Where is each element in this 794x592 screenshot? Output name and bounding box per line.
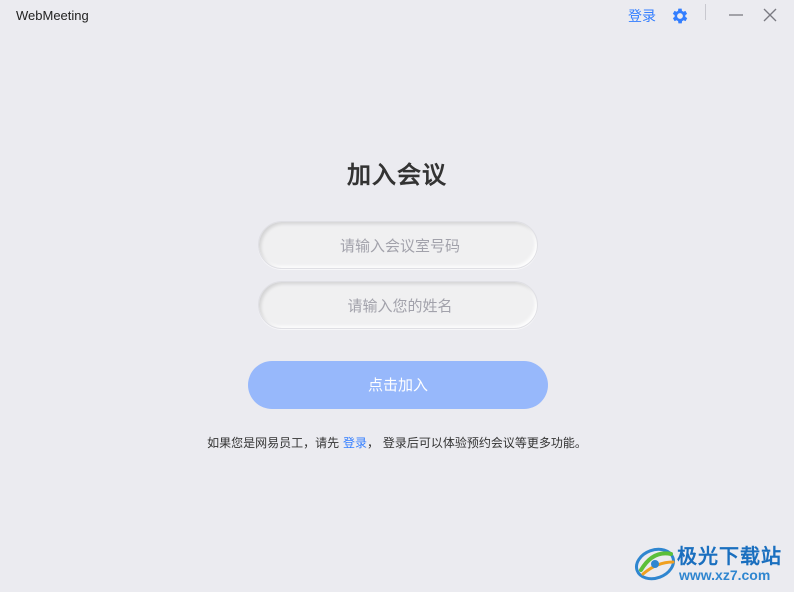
name-field[interactable] [258,281,541,330]
join-button[interactable]: 点击加入 [248,361,548,409]
meeting-id-input[interactable] [259,222,541,270]
minimize-icon[interactable] [727,6,745,24]
title-bar-divider [705,4,706,20]
meeting-id-field[interactable] [258,221,541,270]
site-watermark: 极光下载站 www.xz7.com [633,538,789,588]
watermark-site-name: 极光下载站 [677,544,782,568]
name-input[interactable] [259,282,541,330]
header-login-link[interactable]: 登录 [628,6,656,26]
page-title: 加入会议 [347,161,447,189]
app-title: WebMeeting [16,8,89,23]
login-hint-text-after: ， 登录后可以体验预约会议等更多功能。 [367,436,587,450]
watermark-logo-icon [633,540,677,584]
watermark-url: www.xz7.com [679,567,771,583]
login-hint: 如果您是网易员工，请先 登录， 登录后可以体验预约会议等更多功能。 [0,434,794,451]
gear-icon[interactable] [670,6,690,26]
title-bar: WebMeeting 登录 [0,0,794,32]
login-hint-text-before: 如果您是网易员工，请先 [207,436,343,450]
login-hint-link[interactable]: 登录 [343,436,367,450]
close-icon[interactable] [761,6,779,24]
